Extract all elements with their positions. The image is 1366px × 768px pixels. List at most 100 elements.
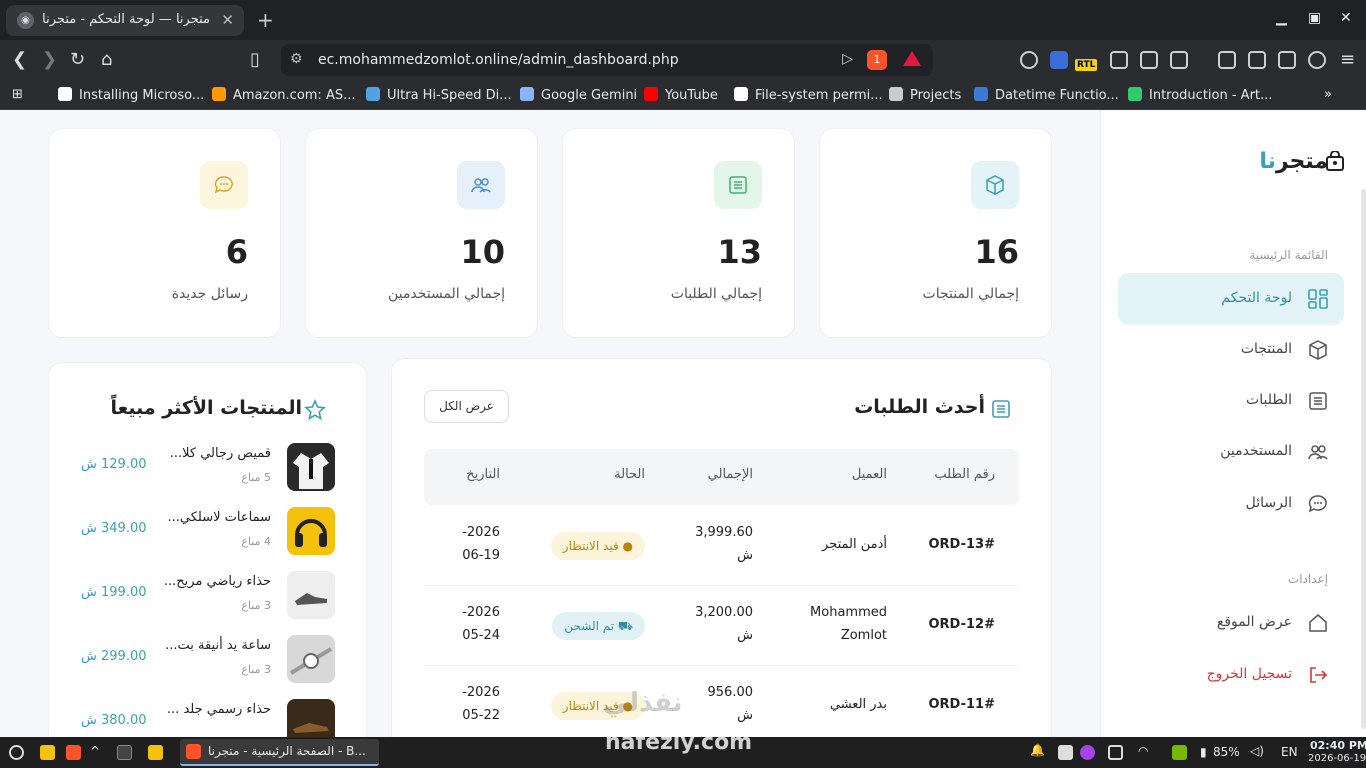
brand-logo[interactable]: متجرنا [1259, 149, 1328, 174]
sidebar-item-logout[interactable]: تسجيل الخروج [1118, 649, 1344, 701]
bookmark-favicon-icon [520, 87, 534, 101]
bookmark-item[interactable]: Projects [889, 87, 961, 103]
product-thumbnail[interactable] [287, 443, 335, 491]
list-item[interactable]: ساعة يد أنيقة بت... 3 مباع 299.00 ش [49, 635, 367, 699]
share-icon[interactable]: ▷ [842, 51, 853, 67]
window-close-icon[interactable]: ✕ [1340, 10, 1352, 26]
sidebar-item-dashboard[interactable]: لوحة التحكم [1118, 273, 1344, 325]
sidebar-item-messages[interactable]: الرسائل [1118, 478, 1344, 530]
page-content: متجرنا القائمة الرئيسية لوحة التحكم المن… [0, 111, 1366, 737]
folder-icon[interactable] [148, 745, 163, 760]
list-item[interactable]: حذاء رسمي جلد ... 380.00 ش [49, 699, 367, 737]
camera-extension-icon[interactable] [1020, 51, 1038, 69]
product-thumbnail[interactable] [287, 635, 335, 683]
sidebar-item-users[interactable]: المستخدمين [1118, 426, 1344, 478]
stat-card-users: 10 إجمالي المستخدمين [305, 128, 538, 338]
sidebar-item-products[interactable]: المنتجات [1118, 324, 1344, 376]
product-name[interactable]: قميص رجالي كلا... [170, 446, 271, 461]
table-row[interactable]: #ORD-12 Mohammed Zomlot 3,200.00 ش ⛟ تم ا… [424, 586, 1019, 666]
taskbar-app-browser[interactable]: الصفحة الرئيسية - متجرنا - B... [180, 739, 379, 766]
back-icon[interactable]: ❮ [12, 49, 27, 70]
brave-shields-icon[interactable]: 1 [867, 50, 887, 70]
extensions-icon[interactable] [1140, 51, 1158, 69]
brave-rewards-icon[interactable] [903, 51, 921, 66]
more-bookmarks-icon[interactable]: » [1324, 87, 1332, 102]
sidebar-toggle-icon[interactable] [1248, 51, 1266, 69]
new-tab-icon[interactable]: + [257, 8, 274, 32]
bookmark-item[interactable]: File-system permi... [734, 87, 883, 103]
media-icon[interactable] [1218, 51, 1236, 69]
sidebar-item-orders[interactable]: الطلبات [1118, 375, 1344, 427]
start-menu-icon[interactable] [9, 745, 24, 760]
terminal-icon[interactable] [117, 745, 132, 760]
reload-icon[interactable]: ↻ [70, 49, 85, 70]
shield-extension-icon[interactable] [1050, 51, 1068, 69]
site-info-icon[interactable]: ⚙ [290, 51, 303, 67]
wifi-icon[interactable]: ◠ [1138, 744, 1148, 758]
product-thumbnail[interactable] [287, 699, 335, 737]
list-item[interactable]: قميص رجالي كلا... 5 مباع 129.00 ش [49, 443, 367, 507]
list-item[interactable]: حذاء رياضي مريح... 3 مباع 199.00 ش [49, 571, 367, 635]
star-icon [304, 399, 326, 421]
app-tray-icon[interactable] [1080, 745, 1095, 760]
home-icon[interactable]: ⌂ [101, 49, 112, 70]
bookmark-item[interactable]: YouTube [644, 87, 718, 103]
product-name[interactable]: حذاء رياضي مريح... [164, 574, 271, 589]
table-row[interactable]: #ORD-13 أدمن المتجر 3,999.60 ش ● قيد الان… [424, 506, 1019, 586]
maximize-icon[interactable]: ▣ [1308, 10, 1321, 26]
apps-grid-icon[interactable]: ⊞ [12, 87, 23, 102]
bookmark-icon[interactable]: ▯ [250, 49, 260, 70]
chevron-up-icon[interactable]: ^ [90, 744, 100, 758]
address-bar[interactable]: ⚙ ec.mohammedzomlot.online/admin_dashboa… [281, 44, 933, 76]
clipboard-icon[interactable] [1058, 745, 1073, 760]
stat-icon-box [714, 161, 762, 209]
bookmark-item[interactable]: Installing Microso... [58, 87, 204, 103]
shield-tray-icon[interactable] [1108, 745, 1123, 760]
volume-icon[interactable]: ◁) [1250, 744, 1264, 758]
gpu-tray-icon[interactable] [1172, 745, 1187, 760]
product-thumbnail[interactable] [287, 571, 335, 619]
table-row[interactable]: #ORD-11 بدر العشي 956.00 ش ● قيد الانتظار… [424, 666, 1019, 737]
product-name[interactable]: سماعات لاسلكي... [168, 510, 271, 525]
bookmark-item[interactable]: Datetime Functio... [974, 87, 1119, 103]
messages-icon [1308, 495, 1327, 513]
stat-card-products: 16 إجمالي المنتجات [819, 128, 1052, 338]
battery-icon[interactable]: ▮ [1200, 745, 1207, 759]
stat-label: إجمالي المنتجات [922, 286, 1019, 302]
minimize-icon[interactable]: ▁ [1276, 10, 1287, 26]
order-customer: أدمن المتجر [822, 537, 887, 552]
stat-label: إجمالي الطلبات [670, 286, 762, 302]
order-id[interactable]: #ORD-12 [929, 613, 996, 636]
view-all-orders-button[interactable]: عرض الكل [424, 390, 509, 423]
list-item[interactable]: سماعات لاسلكي... 4 مباع 349.00 ش [49, 507, 367, 571]
clock-time[interactable]: 02:40 PM [1310, 739, 1366, 752]
bookmark-item[interactable]: Amazon.com: AS... [212, 87, 356, 103]
order-id[interactable]: #ORD-13 [929, 533, 996, 556]
puzzle-extension-icon[interactable] [1110, 51, 1128, 69]
rtl-extension-badge[interactable]: RTL [1075, 59, 1098, 71]
reader-icon[interactable] [1170, 51, 1188, 69]
latest-orders-card: أحدث الطلبات عرض الكل رقم الطلب العميل ا… [391, 358, 1052, 737]
leo-ai-icon[interactable] [1308, 51, 1326, 69]
product-name[interactable]: حذاء رسمي جلد ... [167, 702, 271, 717]
product-sold-count: 5 مباع [241, 471, 271, 484]
order-id[interactable]: #ORD-11 [929, 693, 996, 716]
tab-close-icon[interactable]: ✕ [221, 11, 234, 29]
bookmark-item[interactable]: Ultra Hi-Speed Di... [366, 87, 512, 103]
bookmark-item[interactable]: Google Gemini [520, 87, 637, 103]
product-thumbnail[interactable] [287, 507, 335, 555]
wallet-icon[interactable] [1278, 51, 1296, 69]
notification-icon[interactable]: 🔔 [1030, 743, 1045, 757]
language-indicator[interactable]: EN [1281, 745, 1298, 759]
product-name[interactable]: ساعة يد أنيقة بت... [165, 638, 271, 653]
sidebar-scrollbar[interactable] [1361, 189, 1366, 729]
file-manager-icon[interactable] [40, 745, 55, 760]
brave-browser-icon[interactable] [66, 745, 81, 760]
menu-icon[interactable]: ≡ [1340, 49, 1355, 70]
bookmark-item[interactable]: Introduction - Art... [1128, 87, 1272, 103]
bookmark-favicon-icon [212, 87, 226, 101]
sidebar-item-view-site[interactable]: عرض الموقع [1118, 597, 1344, 649]
order-total: 956.00 ش [707, 685, 754, 723]
browser-tab[interactable]: ◉ متجرنا — لوحة التحكم - متجرنا ✕ [6, 5, 244, 36]
forward-icon[interactable]: ❯ [42, 49, 57, 70]
